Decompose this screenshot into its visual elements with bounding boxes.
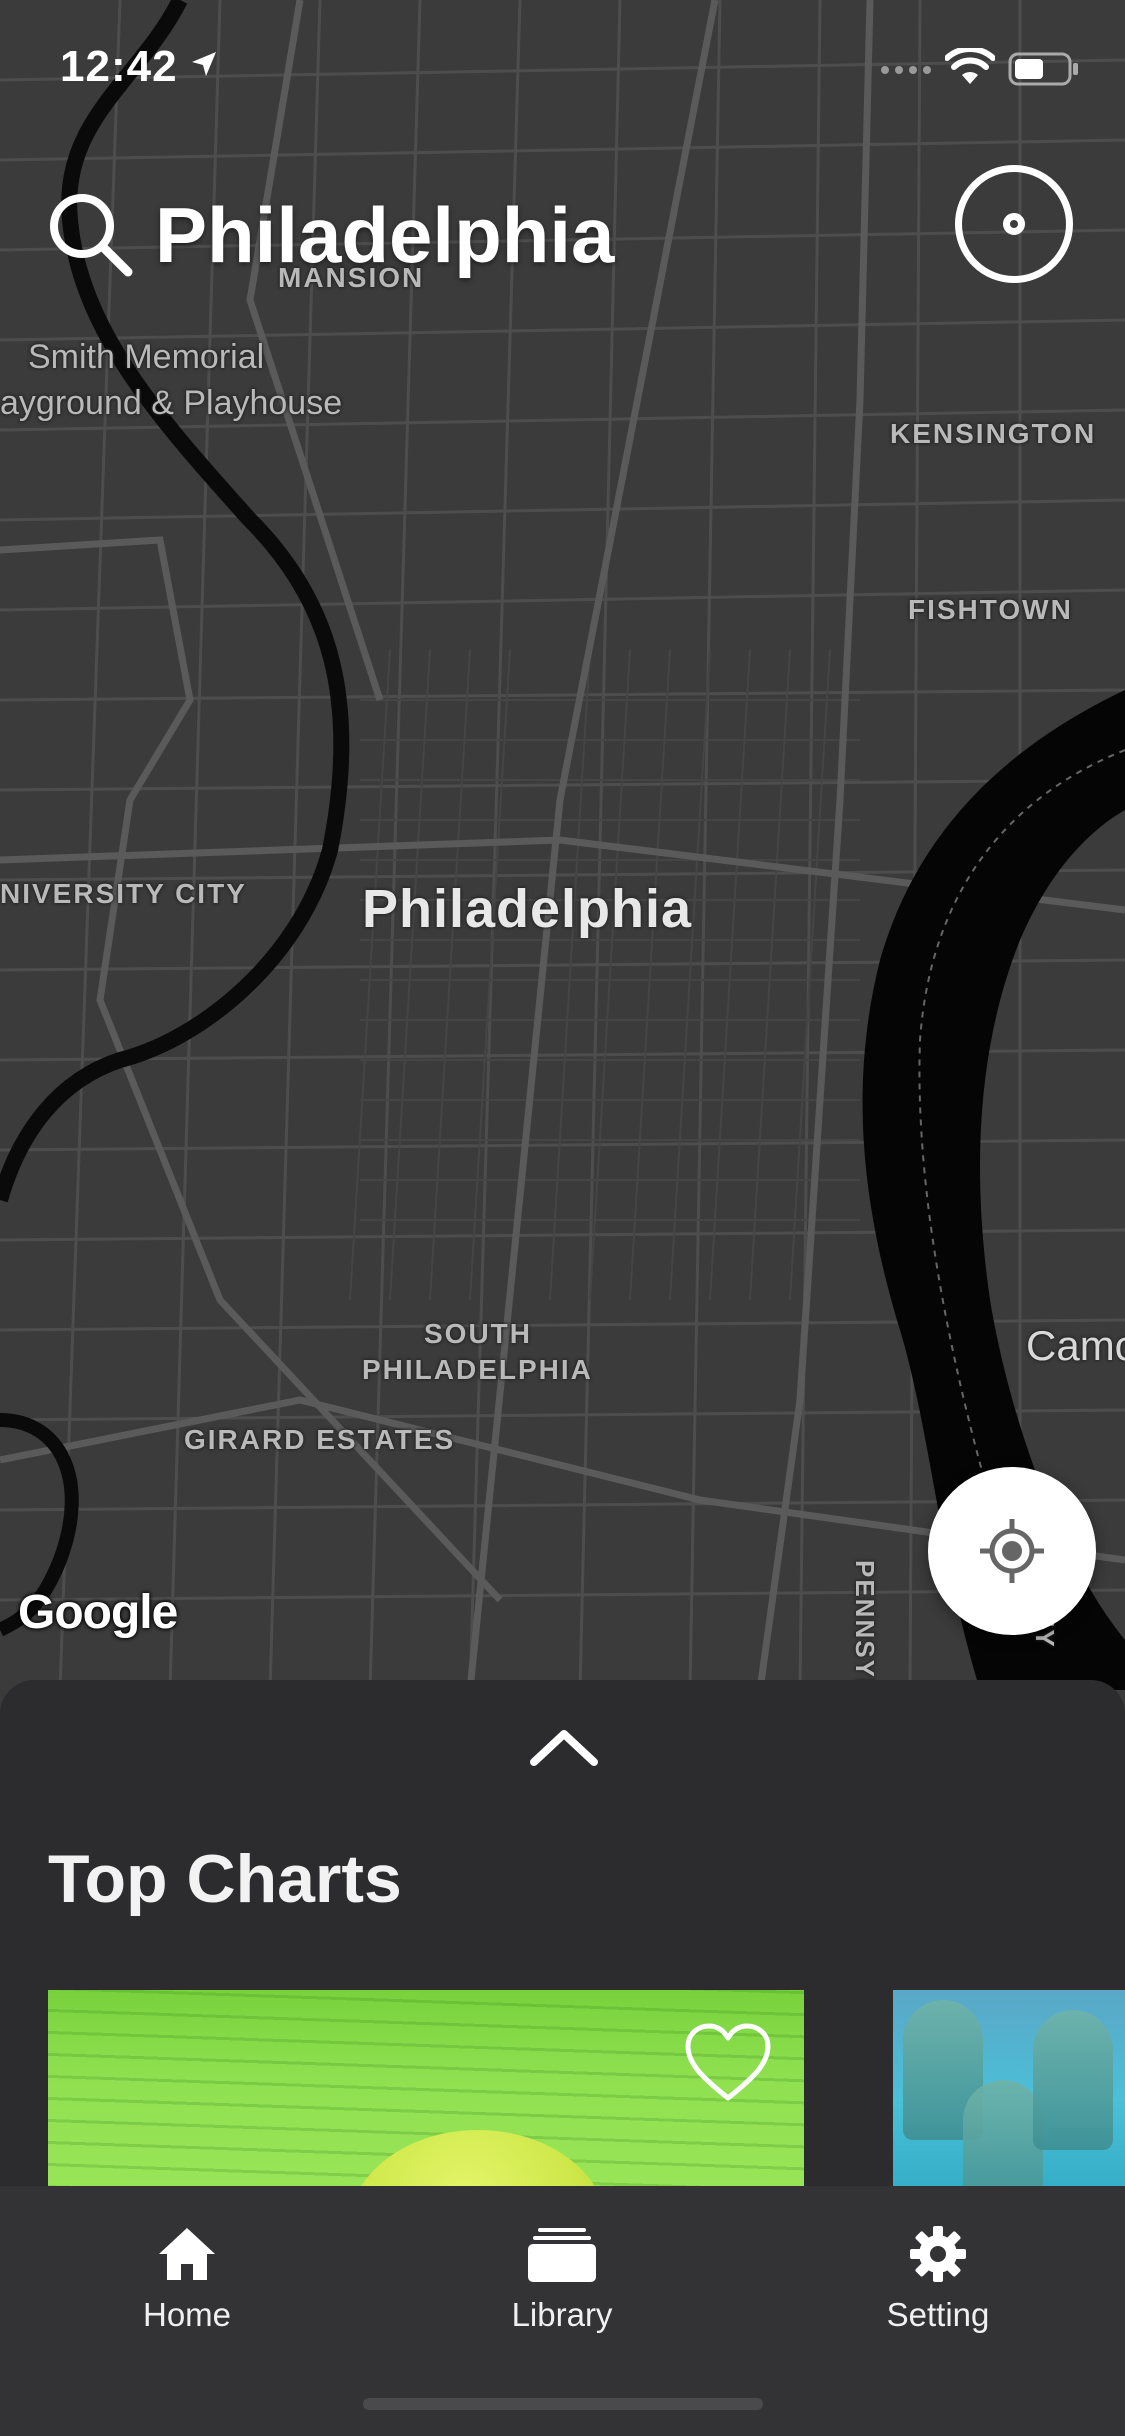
status-time: 12:42: [60, 42, 178, 91]
record-target-icon: [1003, 213, 1025, 235]
heart-outline-icon[interactable]: [683, 2022, 773, 2104]
search-location-title[interactable]: Philadelphia: [155, 190, 614, 281]
map-label-city: Philadelphia: [362, 879, 693, 939]
location-arrow-icon: [192, 52, 216, 76]
home-icon: [159, 2228, 215, 2280]
shoe-image: [963, 2080, 1043, 2200]
search-icon[interactable]: [46, 190, 136, 280]
map-label-south: SOUTH: [424, 1318, 532, 1349]
blue-shoes-card[interactable]: [893, 1990, 1125, 2200]
battery-icon: [1008, 52, 1078, 86]
map-label-playground: ayground & Playhouse: [0, 384, 343, 422]
chevron-up-icon[interactable]: [528, 1728, 600, 1768]
tab-setting-label: Setting: [886, 2296, 990, 2333]
map-label-university-city: NIVERSITY CITY: [0, 878, 247, 909]
map-label-fishtown: FISHTOWN: [908, 594, 1073, 625]
tab-library[interactable]: Library: [462, 2224, 662, 2334]
tab-home-label: Home: [142, 2296, 232, 2333]
map-label-smith-memorial: Smith Memorial: [28, 338, 265, 376]
tab-setting[interactable]: Setting: [838, 2224, 1038, 2334]
gear-icon: [910, 2226, 966, 2282]
bottom-sheet[interactable]: Top Charts: [0, 1680, 1125, 2200]
map-label-kensington: KENSINGTON: [890, 418, 1097, 449]
status-bar: 12:42: [0, 0, 1125, 130]
shoe-image: [1033, 2010, 1113, 2150]
wifi-icon: [945, 48, 995, 84]
crosshair-icon: [980, 1519, 1044, 1583]
map-label-south-philadelphia: PHILADELPHIA: [362, 1354, 593, 1385]
library-icon: [528, 2228, 596, 2282]
home-indicator[interactable]: [363, 2398, 763, 2410]
map-label-camden: Camc: [1026, 1322, 1125, 1369]
signal-dots-icon: [881, 66, 931, 74]
record-target-button[interactable]: [955, 165, 1073, 283]
google-attribution: Google: [18, 1586, 178, 1639]
map-label-girard-estates: GIRARD ESTATES: [184, 1424, 456, 1455]
tab-home[interactable]: Home: [87, 2224, 287, 2334]
tab-library-label: Library: [511, 2296, 613, 2333]
map-label-pennsylvania: PENNSYLVANI: [850, 1560, 880, 1690]
section-title: Top Charts: [48, 1841, 402, 1917]
my-location-button[interactable]: [928, 1467, 1096, 1635]
green-tennis-card[interactable]: [48, 1990, 804, 2200]
